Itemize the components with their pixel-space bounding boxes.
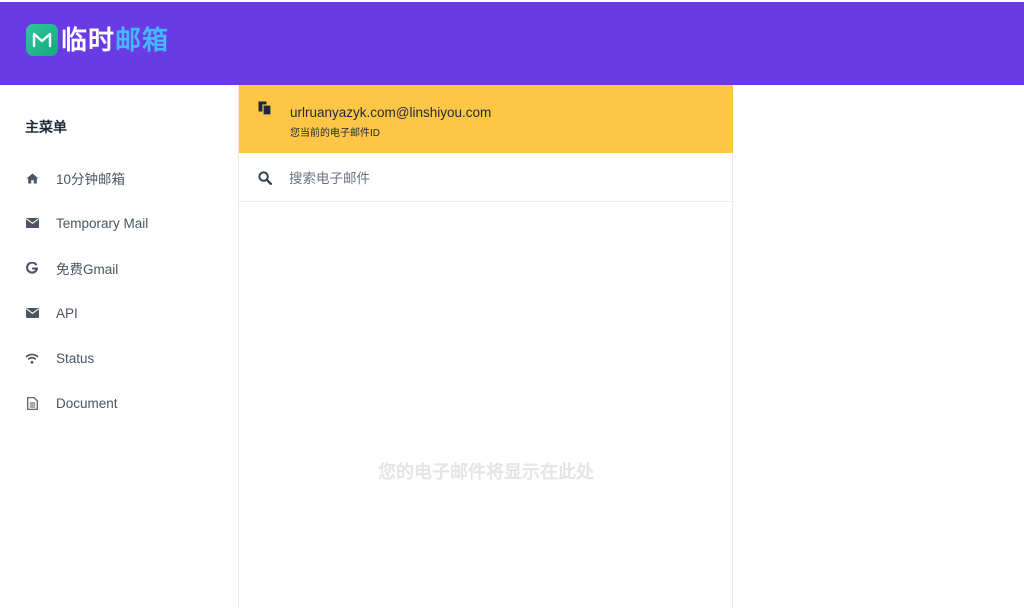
sidebar-item-label: 10分钟邮箱 [56,172,126,187]
envelope-icon [25,216,39,230]
top-header: 临时邮箱 [0,2,1024,85]
document-icon [25,396,39,410]
copy-icon[interactable] [258,101,272,116]
sidebar-item-api[interactable]: API [0,295,238,331]
email-caption: 您当前的电子邮件ID [290,128,380,139]
mailbox-panel: urlruanyazyk.com@linshiyou.com 您当前的电子邮件I… [238,85,733,608]
home-icon [25,171,39,185]
logo-text: 临时邮箱 [61,24,169,56]
sidebar-item-label: Document [56,395,118,411]
sidebar: 主菜单 10分钟邮箱 Temporary Mail 免费Gmail API St… [0,85,238,608]
google-icon [25,261,39,275]
current-email-bar[interactable]: urlruanyazyk.com@linshiyou.com 您当前的电子邮件I… [239,85,733,153]
logo-text-part2: 邮箱 [115,25,170,55]
search-bar [239,153,733,202]
sidebar-item-temporary-mail[interactable]: Temporary Mail [0,205,238,241]
logo-text-part1: 临时 [61,25,116,55]
email-address[interactable]: urlruanyazyk.com@linshiyou.com [290,105,491,120]
sidebar-item-10min-mail[interactable]: 10分钟邮箱 [0,160,238,196]
empty-inbox-message: 您的电子邮件将显示在此处 [378,462,594,482]
search-icon [258,171,272,185]
sidebar-title: 主菜单 [25,119,67,135]
sidebar-item-free-gmail[interactable]: 免费Gmail [0,250,238,286]
sidebar-item-label: Temporary Mail [56,215,149,231]
search-input[interactable] [289,167,709,189]
sidebar-item-label: API [56,305,78,321]
envelope-icon [25,306,39,320]
sidebar-item-status[interactable]: Status [0,340,238,376]
sidebar-item-label: 免费Gmail [56,262,119,277]
wifi-icon [25,351,39,365]
sidebar-item-document[interactable]: Document [0,385,238,421]
sidebar-item-label: Status [56,350,95,366]
site-logo[interactable]: 临时邮箱 [26,24,169,56]
logo-mark-icon [26,24,58,56]
